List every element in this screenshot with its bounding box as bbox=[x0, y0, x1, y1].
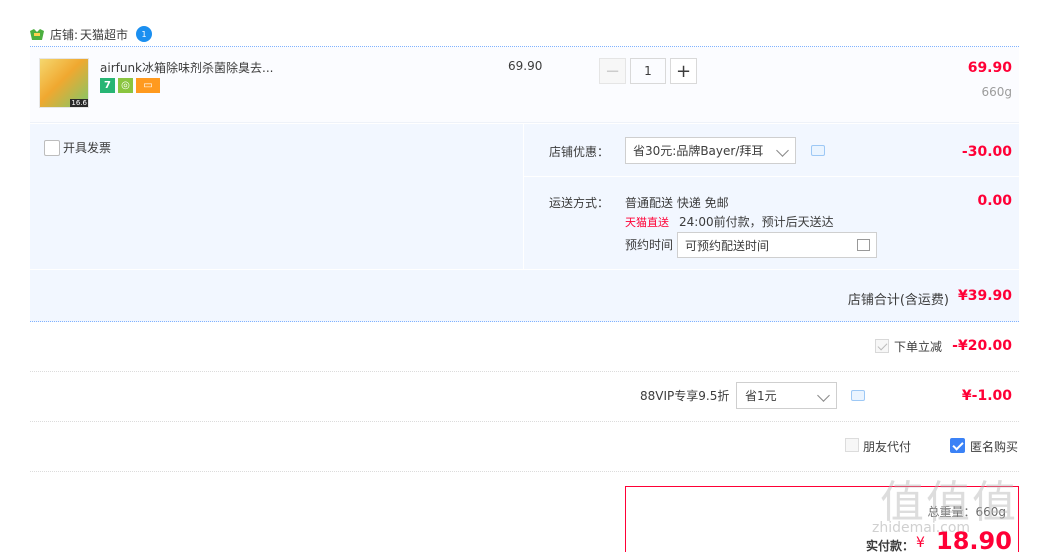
chevron-down-icon bbox=[817, 389, 830, 402]
shop-name-link[interactable]: 天猫超市 bbox=[80, 26, 128, 43]
shop-total-label: 店铺合计(含运费) bbox=[847, 293, 949, 308]
instant-discount-amount: -¥20.00 bbox=[952, 338, 1012, 354]
anonymous-purchase-label: 匿名购买 bbox=[970, 440, 1019, 454]
shop-promo-amount: -30.00 bbox=[961, 144, 1012, 160]
guarantee-badge-icon[interactable]: ◎ bbox=[118, 78, 133, 93]
tmall-direct-line: 天猫直送 24:00前付款，预计后天送达 bbox=[625, 213, 834, 230]
delivery-estimate: 24:00前付款，预计后天送达 bbox=[679, 215, 834, 229]
increase-quantity-button[interactable]: + bbox=[670, 58, 697, 84]
appointment-placeholder: 可预约配送时间 bbox=[685, 238, 770, 253]
calendar-icon[interactable] bbox=[857, 239, 870, 251]
payment-options-row: 朋友代付 匿名购买 bbox=[30, 422, 1019, 472]
instant-discount-label: 下单立减 bbox=[893, 340, 942, 354]
tmall-direct-logo: 天猫直送 bbox=[625, 215, 669, 229]
anonymous-purchase-checkbox[interactable] bbox=[950, 438, 965, 453]
quantity-input[interactable]: 1 bbox=[630, 58, 666, 84]
instant-discount-checkbox bbox=[875, 339, 889, 353]
actual-payment-label: 实付款： bbox=[866, 539, 915, 552]
vip-message-icon[interactable] bbox=[851, 390, 865, 401]
shipping-amount: 0.00 bbox=[977, 193, 1012, 209]
friend-pay-label: 朋友代付 bbox=[863, 440, 912, 454]
decrease-quantity-button[interactable]: − bbox=[599, 58, 626, 84]
order-item-row: 16.6 airfunk冰箱除味剂杀菌除臭去... 7 ◎ ▭ 69.90 − … bbox=[30, 47, 1019, 123]
shop-promo-label: 店铺优惠： bbox=[549, 145, 610, 159]
currency-symbol: ¥ bbox=[916, 535, 925, 551]
shop-header: 店铺: 天猫超市 1 bbox=[30, 24, 153, 44]
appointment-time-input[interactable]: 可预约配送时间 bbox=[677, 232, 877, 258]
order-options-panel: 开具发票 店铺优惠： 省30元:品牌Bayer/拜耳 -30.00 运送方式： … bbox=[30, 124, 1019, 269]
chat-icon[interactable]: 1 bbox=[136, 26, 153, 42]
shipping-methods: 普通配送 快递 免邮 bbox=[625, 196, 729, 210]
options-divider bbox=[524, 176, 1019, 177]
chevron-down-icon bbox=[776, 144, 789, 157]
appointment-label: 预约时间 bbox=[625, 238, 674, 252]
product-title-link[interactable]: airfunk冰箱除味剂杀菌除臭去... bbox=[100, 59, 273, 76]
vip-discount-row: 88VIP专享9.5折 省1元 ¥-1.00 bbox=[30, 372, 1019, 422]
shop-label: 店铺: bbox=[50, 27, 79, 42]
vip-discount-label: 88VIP专享9.5折 bbox=[640, 389, 730, 403]
item-weight: 660g bbox=[981, 85, 1012, 99]
chat-badge-count: 1 bbox=[141, 29, 147, 39]
service-icons: 7 ◎ ▭ bbox=[100, 78, 160, 93]
friend-pay-checkbox[interactable] bbox=[845, 438, 859, 452]
instant-discount-row: 下单立减 -¥20.00 bbox=[30, 322, 1019, 372]
quantity-stepper: − 1 + bbox=[599, 58, 697, 84]
shop-total-amount: ¥39.90 bbox=[957, 288, 1012, 304]
vip-discount-amount: ¥-1.00 bbox=[961, 388, 1012, 404]
thumbnail-price-tag: 16.6 bbox=[70, 99, 88, 107]
seven-day-return-icon[interactable]: 7 bbox=[100, 78, 115, 93]
unit-price: 69.90 bbox=[508, 59, 543, 73]
tmall-shop-icon bbox=[30, 28, 44, 40]
invoice-option[interactable]: 开具发票 bbox=[44, 139, 111, 156]
shop-promo-selected: 省30元:品牌Bayer/拜耳 bbox=[633, 144, 764, 158]
shipping-label: 运送方式： bbox=[549, 196, 610, 210]
promo-message-icon[interactable] bbox=[811, 145, 825, 156]
item-subtotal: 69.90 bbox=[967, 60, 1012, 76]
watermark-url: zhidemai.com bbox=[872, 520, 971, 536]
shop-promo-select[interactable]: 省30元:品牌Bayer/拜耳 bbox=[625, 137, 796, 164]
shop-total-row: 店铺合计(含运费) ¥39.90 bbox=[30, 270, 1019, 322]
card-pay-icon[interactable]: ▭ bbox=[136, 78, 160, 93]
vip-discount-select[interactable]: 省1元 bbox=[736, 382, 837, 409]
vip-discount-selected: 省1元 bbox=[745, 389, 777, 403]
invoice-checkbox[interactable] bbox=[44, 139, 60, 156]
invoice-label: 开具发票 bbox=[63, 141, 112, 155]
promo-shipping-panel: 店铺优惠： 省30元:品牌Bayer/拜耳 -30.00 运送方式： 普通配送 … bbox=[523, 124, 1019, 269]
product-thumbnail[interactable]: 16.6 bbox=[39, 58, 89, 108]
